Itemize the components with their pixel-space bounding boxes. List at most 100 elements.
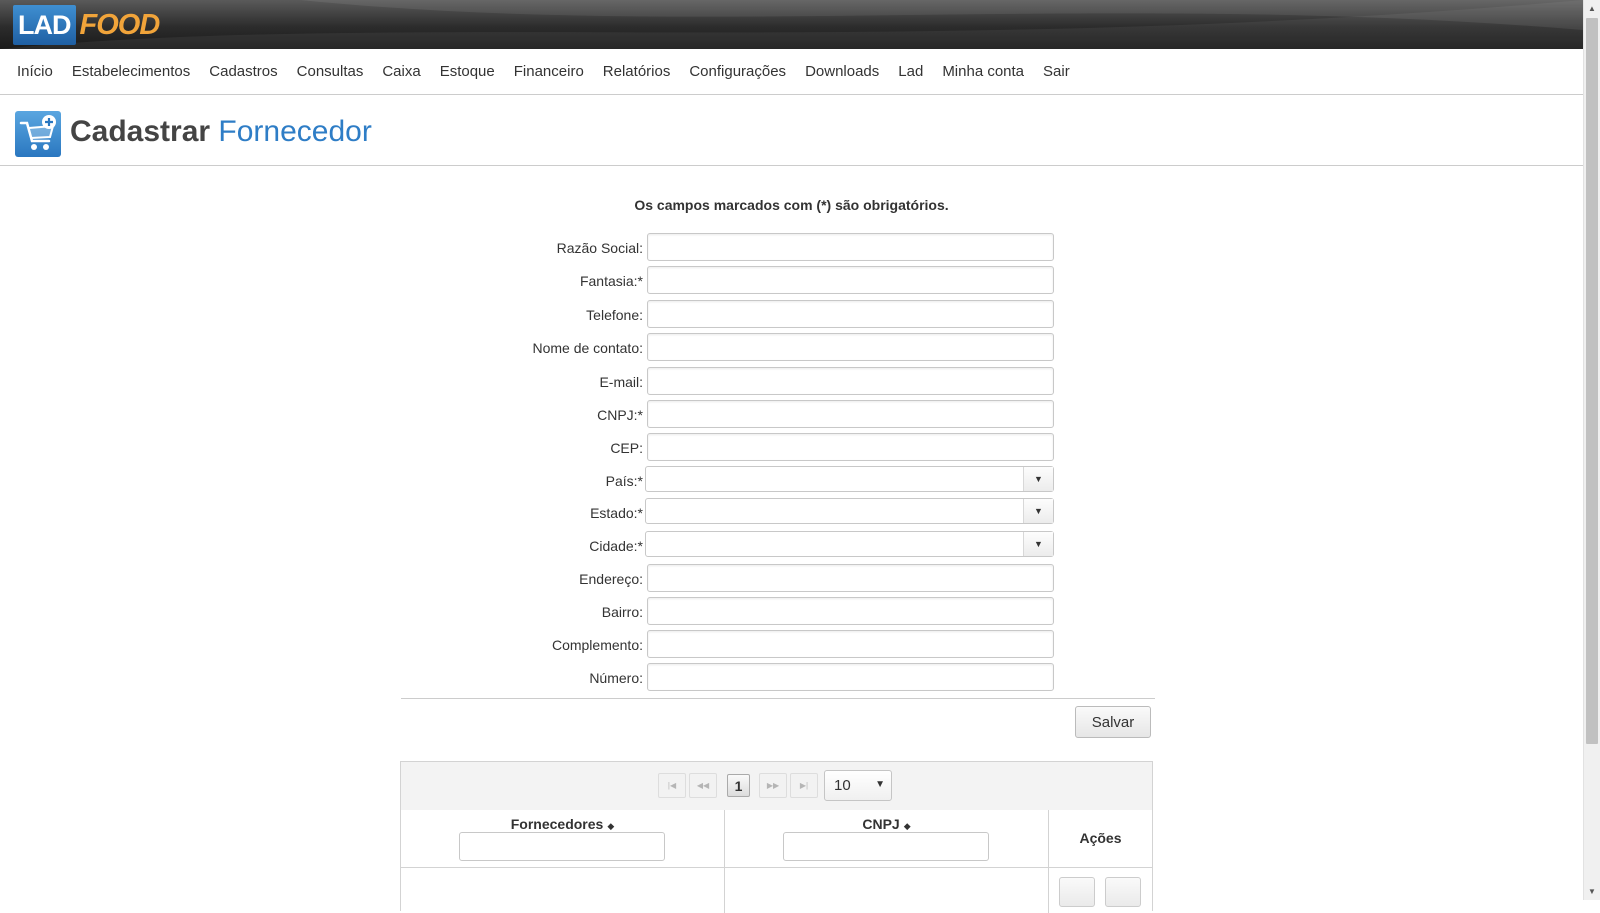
menu-item-relatorios[interactable]: Relatórios [603, 63, 671, 80]
form-row-pais: País:* ▼ [400, 466, 1060, 496]
required-fields-note: Os campos marcados com (*) são obrigatór… [634, 197, 949, 213]
field-label: Número: [589, 670, 643, 686]
column-label: CNPJ [862, 816, 900, 832]
menu-item-consultas[interactable]: Consultas [297, 63, 364, 80]
vertical-scrollbar[interactable]: ▲ ▼ [1583, 0, 1600, 900]
menu-item-lad[interactable]: Lad [898, 63, 923, 80]
form-row-cidade: Cidade:* ▼ [400, 531, 1060, 561]
form-row-complemento: Complemento: [400, 630, 1060, 660]
column-header-fornecedores[interactable]: Fornecedores ◆ [401, 810, 725, 867]
scroll-up-arrow-icon[interactable]: ▲ [1584, 0, 1600, 17]
form-row-numero: Número: [400, 663, 1060, 693]
telefone-input[interactable] [647, 300, 1054, 328]
cnpj-filter-input[interactable] [783, 832, 989, 861]
form-row-estado: Estado:* ▼ [400, 498, 1060, 528]
column-divider [724, 868, 725, 913]
first-page-icon[interactable]: |◀ [658, 773, 686, 798]
nome-contato-input[interactable] [647, 333, 1054, 361]
page-header: Cadastrar Fornecedor [0, 95, 1583, 166]
menu-item-caixa[interactable]: Caixa [382, 63, 420, 80]
form-row-razao-social: Razão Social: [400, 233, 1060, 263]
form-row-fantasia: Fantasia:* [400, 266, 1060, 296]
top-header: LAD FOOD [0, 0, 1583, 49]
field-label: Endereço: [579, 571, 643, 587]
chevron-down-icon[interactable]: ▼ [1023, 467, 1053, 491]
table-header: Fornecedores ◆ CNPJ ◆ Ações [401, 810, 1152, 867]
cnpj-input[interactable] [647, 400, 1054, 428]
sort-icon[interactable]: ◆ [904, 821, 911, 831]
chevron-down-icon[interactable]: ▼ [1023, 499, 1053, 523]
field-label: Fantasia:* [579, 273, 643, 289]
menu-item-estoque[interactable]: Estoque [440, 63, 495, 80]
delete-button[interactable] [1105, 877, 1141, 907]
form-row-email: E-mail: [400, 367, 1060, 397]
cidade-select[interactable]: ▼ [645, 531, 1054, 557]
field-label: Bairro: [601, 604, 643, 620]
column-divider [1048, 868, 1049, 913]
menu-item-downloads[interactable]: Downloads [805, 63, 879, 80]
menu-item-financeiro[interactable]: Financeiro [514, 63, 584, 80]
field-label: Telefone: [586, 307, 643, 323]
razao-social-input[interactable] [647, 233, 1054, 261]
sort-icon[interactable]: ◆ [607, 821, 614, 831]
page-title-main: Cadastrar [70, 115, 211, 148]
main-menu: Início Estabelecimentos Cadastros Consul… [0, 49, 1583, 95]
cep-input[interactable] [647, 433, 1054, 461]
last-page-icon[interactable]: ▶| [790, 773, 818, 798]
brand-logo-lad: LAD [13, 5, 76, 45]
column-header-acoes: Ações [1049, 810, 1152, 867]
column-header-cnpj[interactable]: CNPJ ◆ [725, 810, 1049, 867]
menu-item-configuracoes[interactable]: Configurações [689, 63, 786, 80]
brand-logo-food: FOOD [79, 8, 161, 41]
scroll-down-arrow-icon[interactable]: ▼ [1584, 883, 1600, 900]
next-page-icon[interactable]: ▶▶ [759, 773, 787, 798]
table-row [401, 867, 1152, 913]
menu-item-estabelecimentos[interactable]: Estabelecimentos [72, 63, 190, 80]
suppliers-datatable: |◀ ◀◀ 1 ▶▶ ▶| 10 ▼ Fornecedores ◆ CNPJ ◆ A… [400, 761, 1153, 913]
chevron-down-icon[interactable]: ▼ [1023, 532, 1053, 556]
field-label: Nome de contato: [532, 340, 643, 356]
pais-select[interactable]: ▼ [645, 466, 1054, 492]
form-row-nome-contato: Nome de contato: [400, 333, 1060, 363]
brand-logo[interactable]: LAD FOOD [13, 5, 161, 45]
email-input[interactable] [647, 367, 1054, 395]
form-row-cep: CEP: [400, 433, 1060, 463]
menu-item-inicio[interactable]: Início [17, 63, 53, 80]
scrollbar-thumb[interactable] [1586, 18, 1598, 744]
save-button[interactable]: Salvar [1075, 706, 1151, 738]
edit-button[interactable] [1059, 877, 1095, 907]
fantasia-input[interactable] [647, 266, 1054, 294]
form-row-cnpj: CNPJ:* [400, 400, 1060, 430]
complemento-input[interactable] [647, 630, 1054, 658]
field-label: E-mail: [599, 374, 643, 390]
form-row-bairro: Bairro: [400, 597, 1060, 627]
paginator: |◀ ◀◀ 1 ▶▶ ▶| 10 ▼ [401, 762, 1152, 811]
numero-input[interactable] [647, 663, 1054, 691]
menu-item-minha-conta[interactable]: Minha conta [942, 63, 1024, 80]
header-swoosh-decoration [0, 0, 1583, 49]
field-label: Razão Social: [556, 240, 643, 256]
rows-per-page-select[interactable]: 10 ▼ [824, 770, 892, 801]
cart-add-icon [15, 111, 61, 157]
column-label: Ações [1079, 830, 1122, 846]
field-label: Cidade:* [589, 538, 643, 554]
menu-item-sair[interactable]: Sair [1043, 63, 1070, 80]
field-label: CNPJ:* [597, 407, 643, 423]
prev-page-icon[interactable]: ◀◀ [689, 773, 717, 798]
endereco-input[interactable] [647, 564, 1054, 592]
page-title: Cadastrar Fornecedor [70, 115, 372, 149]
menu-item-cadastros[interactable]: Cadastros [209, 63, 277, 80]
field-label: Estado:* [590, 505, 643, 521]
rows-per-page-value: 10 [834, 777, 851, 794]
field-label: Complemento: [551, 637, 643, 653]
fornecedores-filter-input[interactable] [459, 832, 665, 861]
estado-select[interactable]: ▼ [645, 498, 1054, 524]
bairro-input[interactable] [647, 597, 1054, 625]
field-label: País:* [605, 473, 643, 489]
form-divider [401, 698, 1155, 699]
page-title-accent: Fornecedor [218, 115, 372, 148]
form-row-telefone: Telefone: [400, 300, 1060, 330]
form-row-endereco: Endereço: [400, 564, 1060, 594]
field-label: CEP: [610, 440, 643, 456]
page-number-button[interactable]: 1 [727, 774, 750, 797]
